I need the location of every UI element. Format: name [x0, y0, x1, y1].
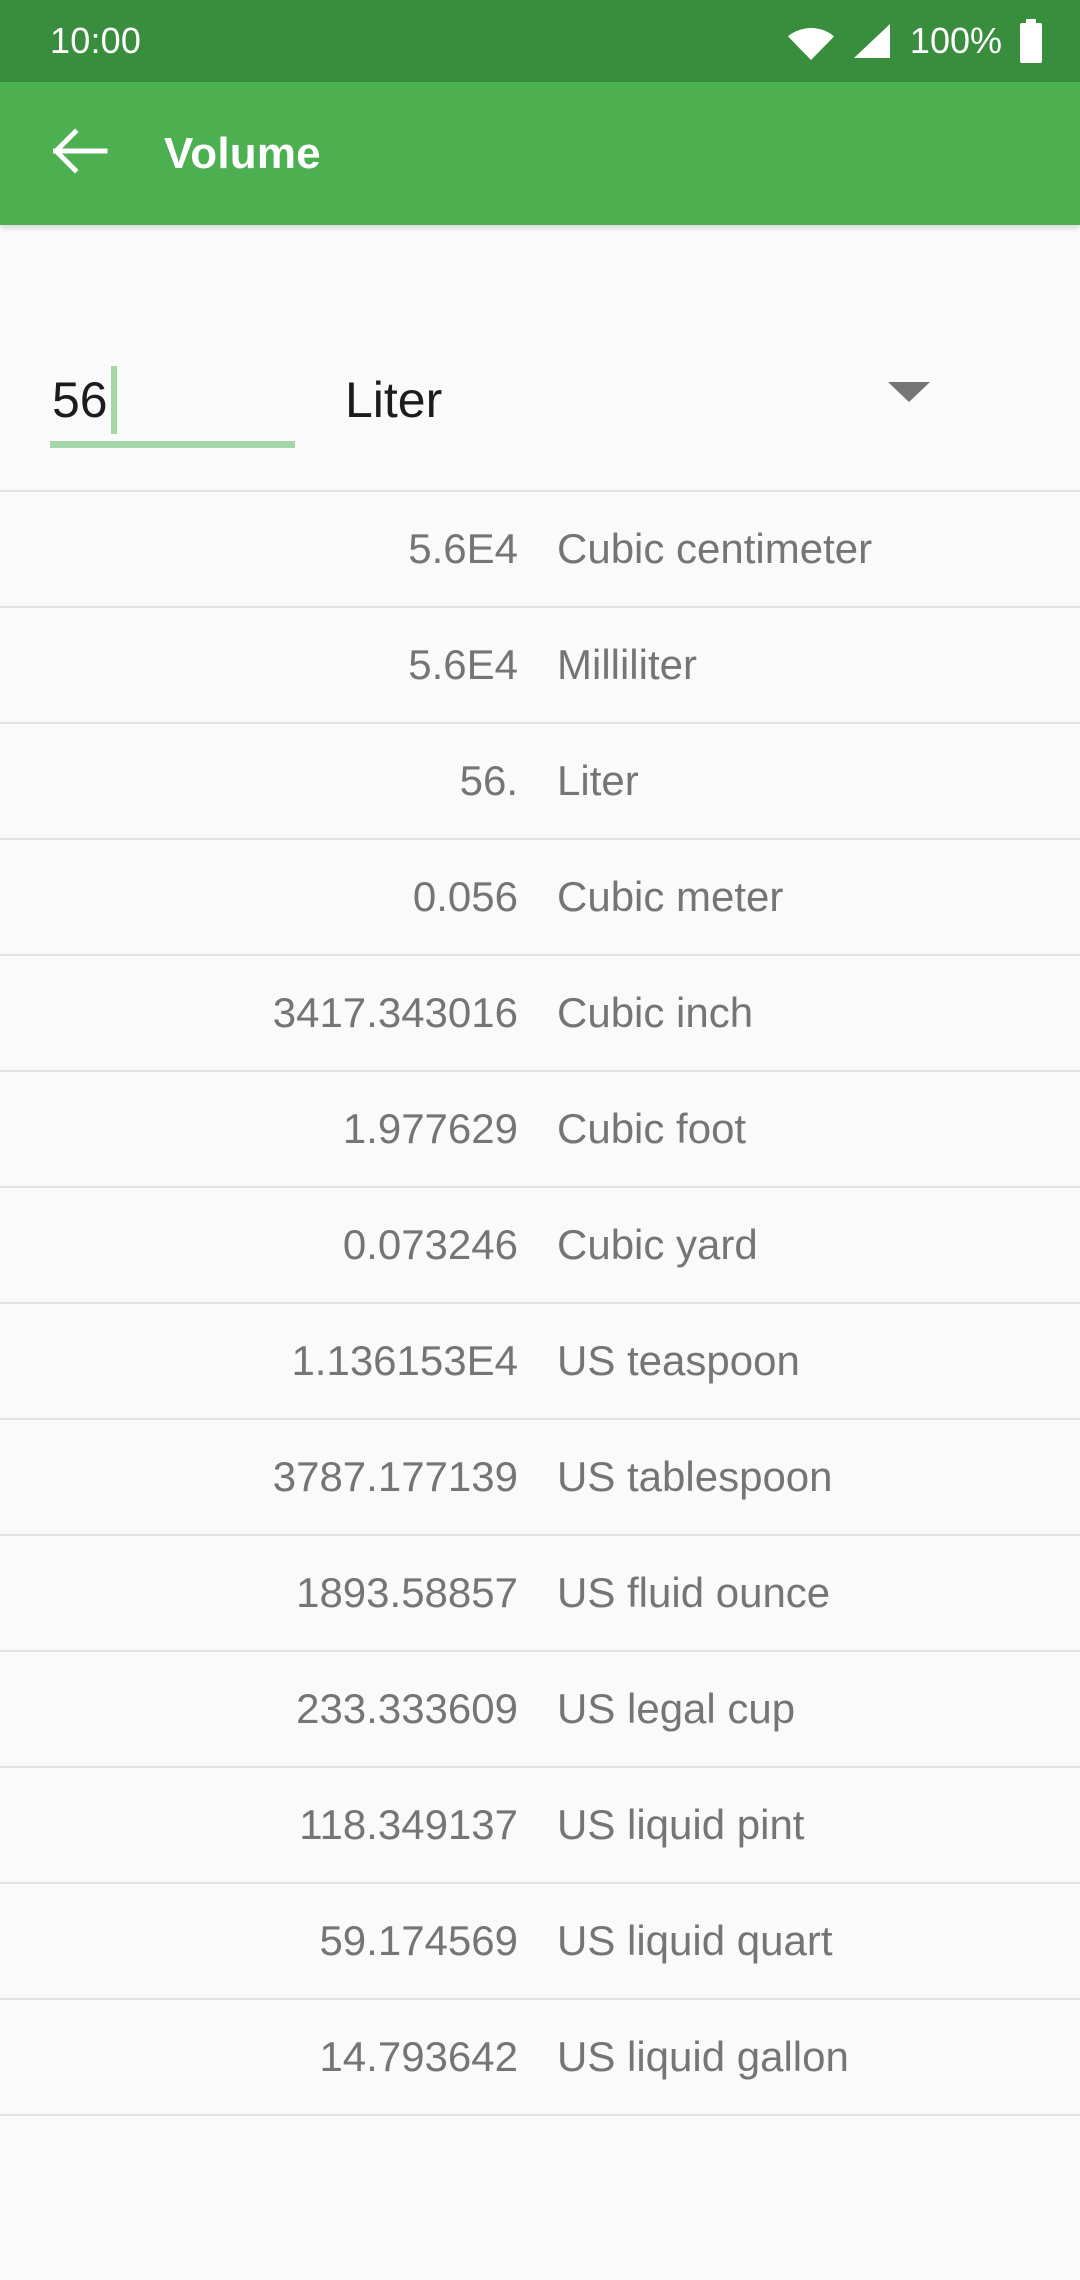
battery-percent-label: 100% — [909, 20, 1002, 61]
result-value: 14.793642 — [319, 2033, 518, 2080]
source-unit-label: Liter — [345, 372, 443, 428]
result-row[interactable]: 3417.343016 Cubic inch — [0, 956, 1080, 1072]
result-unit-label: Cubic centimeter — [557, 525, 873, 572]
back-button[interactable] — [44, 117, 118, 191]
page-title: Volume — [164, 128, 321, 178]
back-arrow-icon — [52, 128, 109, 179]
result-unit-label: US fluid ounce — [557, 1569, 831, 1616]
result-value: 5.6E4 — [408, 641, 518, 688]
result-row[interactable]: 233.333609 US legal cup — [0, 1652, 1080, 1768]
result-row[interactable]: 0.056 Cubic meter — [0, 840, 1080, 956]
result-value: 1.136153E4 — [291, 1337, 518, 1384]
result-row[interactable]: 59.174569 US liquid quart — [0, 1884, 1080, 2000]
result-row[interactable]: 118.349137 US liquid pint — [0, 1768, 1080, 1884]
chevron-down-icon — [888, 382, 930, 402]
result-unit-label: US liquid gallon — [557, 2033, 849, 2080]
cellular-signal-icon — [850, 22, 892, 60]
result-value: 0.056 — [412, 873, 518, 920]
result-unit-label: US tablespoon — [557, 1453, 833, 1500]
result-row[interactable]: 1.977629 Cubic foot — [0, 1072, 1080, 1188]
result-value: 59.174569 — [319, 1917, 518, 1964]
result-row[interactable]: 5.6E4 Cubic centimeter — [0, 492, 1080, 608]
status-bar-clock: 10:00 — [50, 20, 142, 61]
result-row[interactable]: 5.6E4 Milliliter — [0, 608, 1080, 724]
converter-screen: 56 Liter 5.6E4 Cubic centimeter 5.6E4 Milli… — [0, 225, 1080, 2280]
result-unit-label: Liter — [557, 757, 639, 804]
result-row[interactable]: 56. Liter — [0, 724, 1080, 840]
result-row[interactable]: 14.793642 US liquid gallon — [0, 2000, 1080, 2116]
result-unit-label: Cubic foot — [557, 1105, 747, 1152]
result-value: 118.349137 — [299, 1801, 518, 1848]
result-row[interactable]: 0.073246 Cubic yard — [0, 1188, 1080, 1304]
source-unit-dropdown[interactable]: Liter — [345, 352, 1080, 448]
result-value: 1893.58857 — [296, 1569, 518, 1616]
result-row[interactable]: 1.136153E4 US teaspoon — [0, 1304, 1080, 1420]
result-row[interactable]: 3787.177139 US tablespoon — [0, 1420, 1080, 1536]
result-unit-label: US teaspoon — [557, 1337, 800, 1384]
result-unit-label: US liquid pint — [557, 1801, 805, 1848]
result-unit-label: US liquid quart — [557, 1917, 833, 1964]
result-unit-label: Cubic meter — [557, 873, 784, 920]
wifi-icon — [787, 22, 834, 60]
status-bar-icons: 100% — [787, 19, 1044, 63]
result-unit-label: Milliliter — [557, 641, 697, 688]
battery-icon — [1018, 19, 1044, 63]
result-value: 233.333609 — [296, 1685, 518, 1732]
status-bar: 10:00 100% — [0, 0, 1080, 82]
result-value: 0.073246 — [342, 1221, 518, 1268]
result-value: 3787.177139 — [272, 1453, 518, 1500]
result-value: 5.6E4 — [408, 525, 518, 572]
result-value: 1.977629 — [342, 1105, 518, 1152]
conversion-results-list: 5.6E4 Cubic centimeter 5.6E4 Milliliter 56. L… — [0, 490, 1080, 2116]
input-underline — [50, 441, 295, 448]
result-unit-label: US legal cup — [557, 1685, 796, 1732]
result-value: 3417.343016 — [272, 989, 518, 1036]
text-caret — [110, 366, 117, 434]
result-unit-label: Cubic inch — [557, 989, 754, 1036]
value-input-text: 56 — [52, 372, 108, 428]
app-bar: Volume — [0, 82, 1080, 225]
result-unit-label: Cubic yard — [557, 1221, 758, 1268]
conversion-input-row: 56 Liter — [0, 225, 1080, 490]
result-row[interactable]: 1893.58857 US fluid ounce — [0, 1536, 1080, 1652]
result-value: 56. — [459, 757, 518, 804]
value-input[interactable]: 56 — [50, 352, 295, 448]
